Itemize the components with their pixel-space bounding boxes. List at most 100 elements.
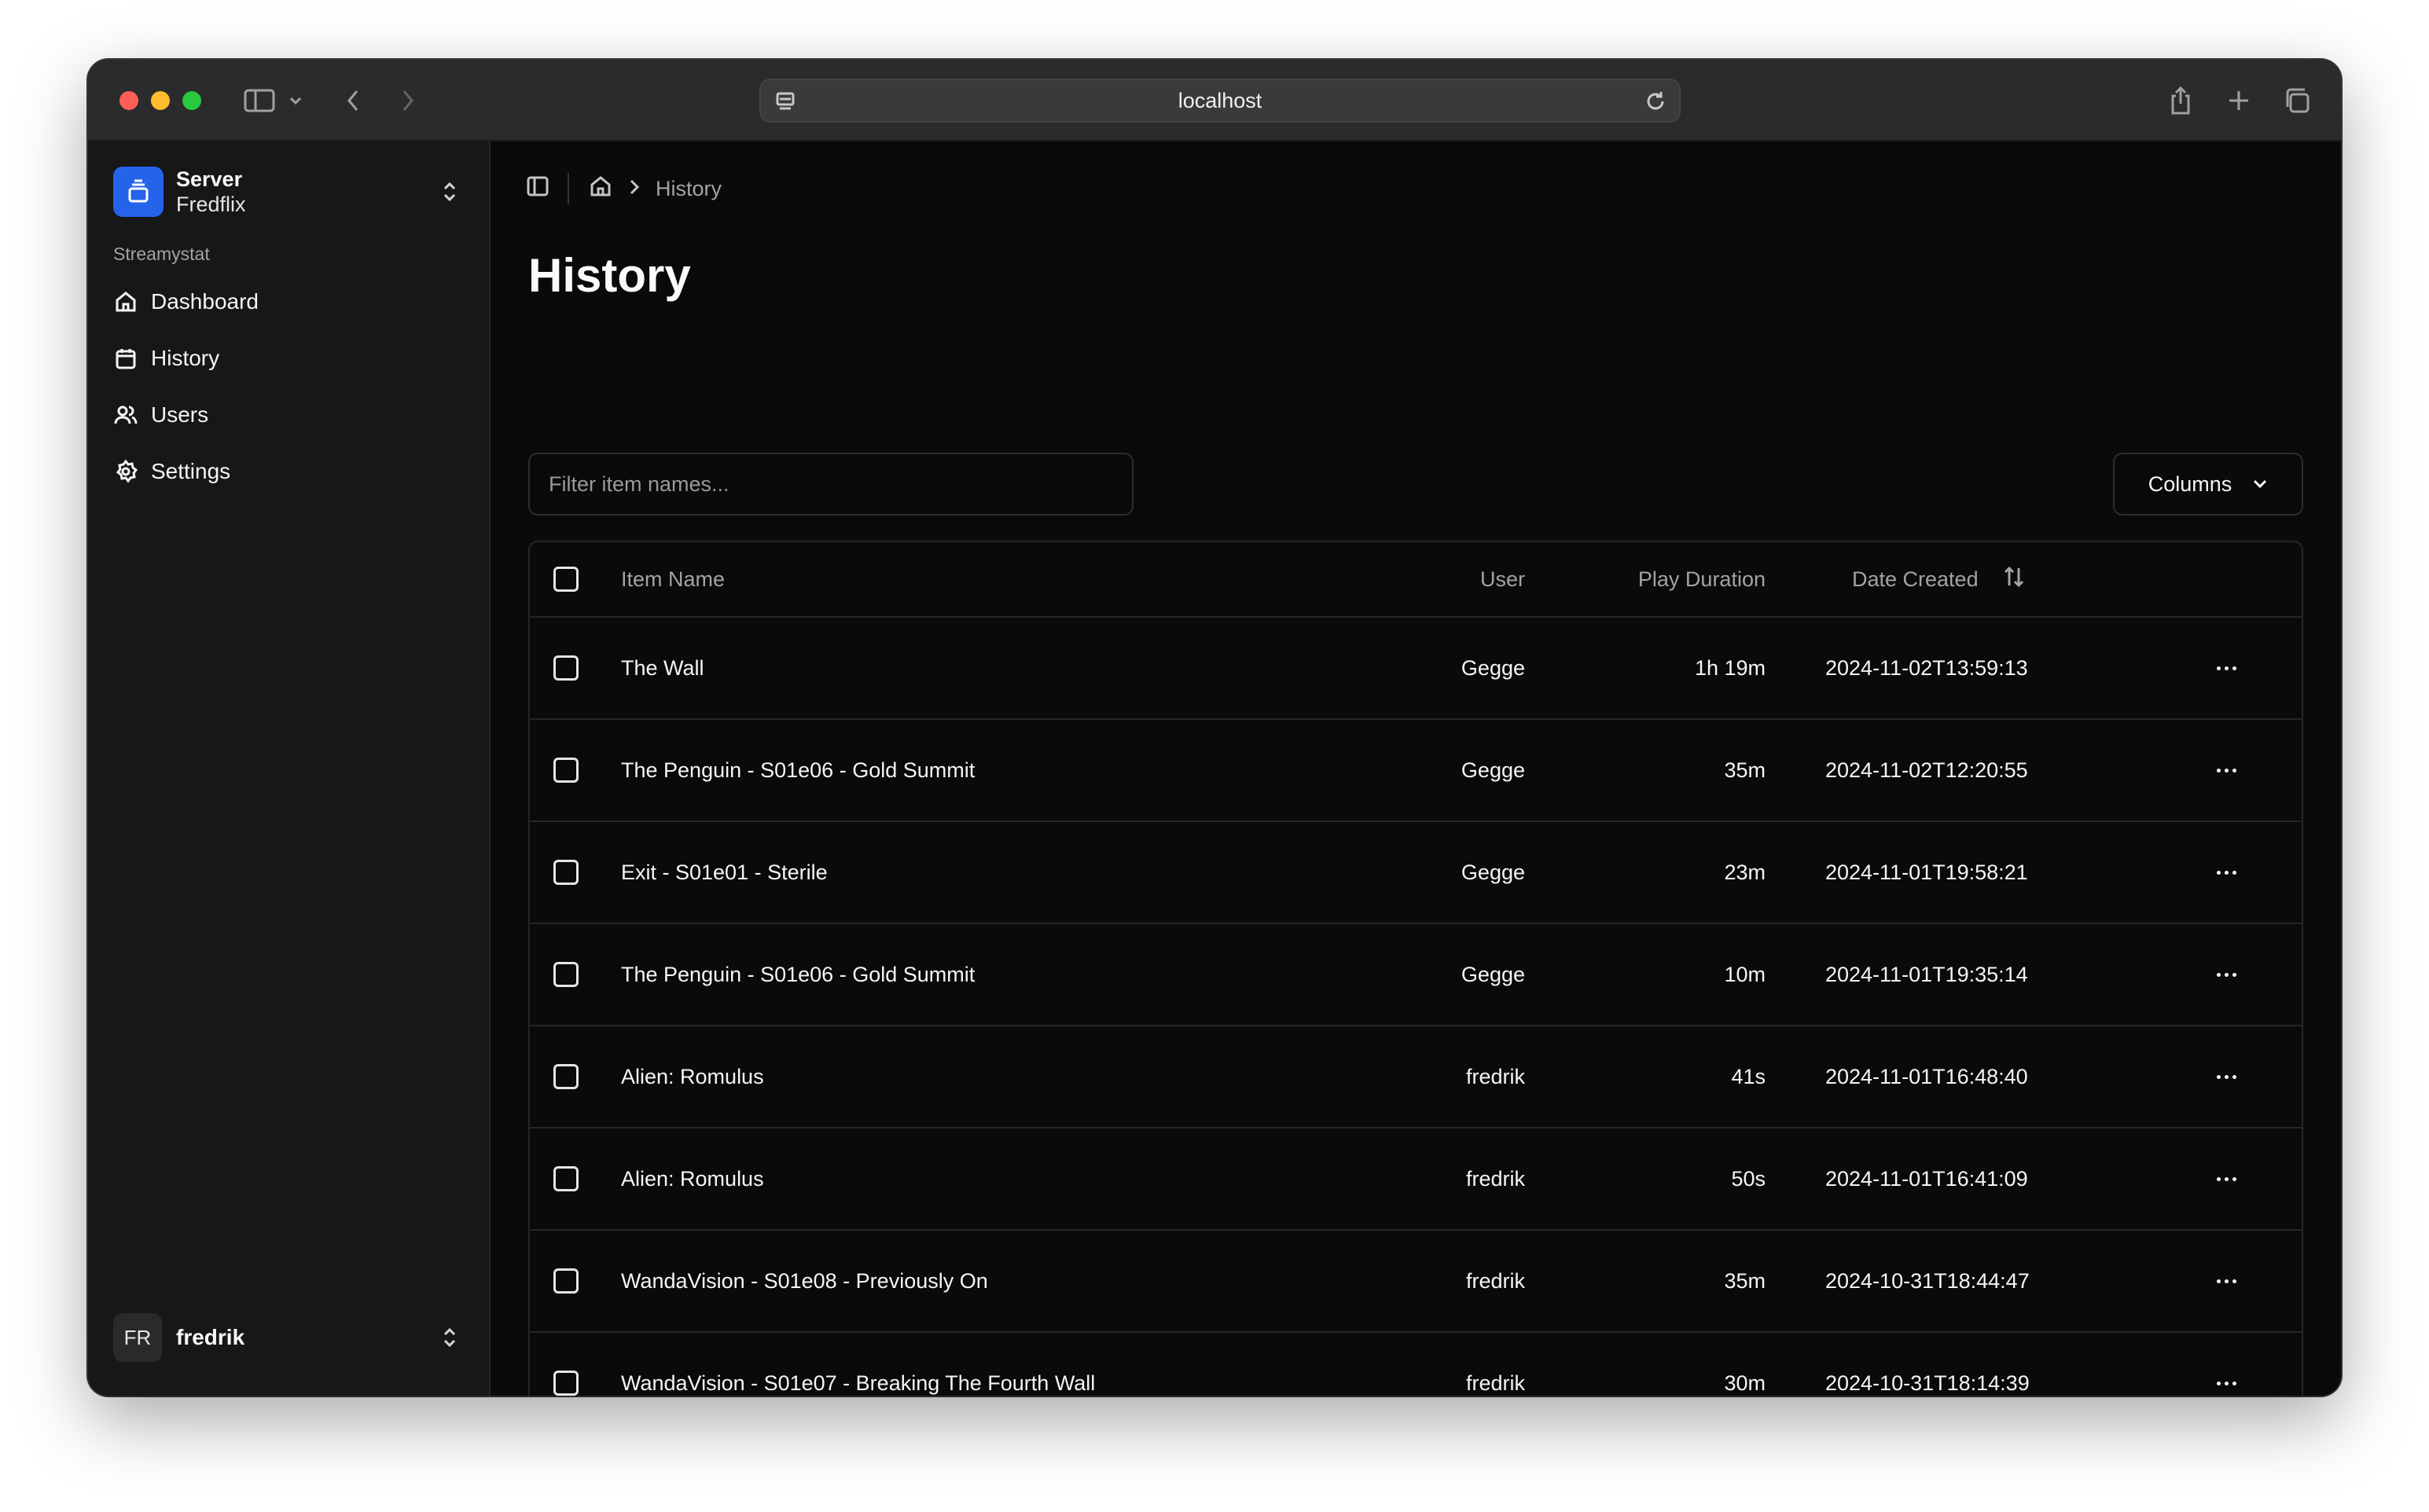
avatar: FR xyxy=(113,1313,162,1362)
sidebar-item-label: History xyxy=(151,346,220,370)
duration-cell: 41s xyxy=(1731,1064,1766,1088)
table-row[interactable]: WandaVision - S01e08 - Previously On fre… xyxy=(530,1231,2302,1333)
header-item-name: Item Name xyxy=(621,567,726,591)
home-icon xyxy=(116,292,136,312)
user-cell: fredrik xyxy=(1465,1166,1525,1191)
minimize-window-button[interactable] xyxy=(151,91,170,110)
address-bar[interactable]: localhost xyxy=(759,79,1681,123)
more-actions-icon[interactable] xyxy=(2217,666,2236,670)
item-name: Alien: Romulus xyxy=(621,1064,764,1088)
table-row[interactable]: The Wall Gegge 1h 19m 2024-11-02T13:59:1… xyxy=(530,618,2302,720)
user-menu[interactable]: FR fredrik xyxy=(113,1311,465,1364)
select-all-checkbox[interactable] xyxy=(553,567,579,592)
sidebar-toggle-icon[interactable] xyxy=(242,83,277,118)
row-checkbox[interactable] xyxy=(553,758,579,783)
gear-icon xyxy=(116,459,138,483)
duration-cell: 50s xyxy=(1731,1166,1766,1191)
duration-cell: 10m xyxy=(1724,962,1766,986)
user-cell: Gegge xyxy=(1461,655,1525,680)
more-actions-icon[interactable] xyxy=(2217,870,2236,875)
columns-button[interactable]: Columns xyxy=(2113,453,2303,516)
users-icon xyxy=(114,406,138,424)
sidebar-item-settings[interactable]: Settings xyxy=(113,446,465,497)
site-settings-icon[interactable] xyxy=(774,90,797,119)
url-text: localhost xyxy=(1178,88,1262,112)
duration-cell: 30m xyxy=(1724,1371,1766,1395)
server-logo-icon xyxy=(113,167,164,217)
chevron-down-icon[interactable] xyxy=(286,83,305,118)
table-row[interactable]: Alien: Romulus fredrik 41s 2024-11-01T16… xyxy=(530,1026,2302,1128)
duration-cell: 35m xyxy=(1724,1268,1766,1293)
browser-titlebar: localhost xyxy=(88,60,2341,141)
close-window-button[interactable] xyxy=(119,91,138,110)
browser-window: localhost Server Fredflix Streamystat Da… xyxy=(88,60,2341,1396)
header-user: User xyxy=(1479,567,1525,591)
forward-icon[interactable] xyxy=(396,83,420,118)
item-name: The Penguin - S01e06 - Gold Summit xyxy=(621,758,976,782)
history-table: Item Name User Play Duration Date Create… xyxy=(528,541,2303,1396)
header-play-duration: Play Duration xyxy=(1637,567,1766,591)
more-actions-icon[interactable] xyxy=(2217,1279,2236,1283)
chevron-down-icon xyxy=(2254,479,2267,489)
calendar-icon xyxy=(116,349,136,369)
date-cell: 2024-11-02T13:59:13 xyxy=(1825,655,2028,680)
more-actions-icon[interactable] xyxy=(2217,972,2236,977)
sort-arrows-icon[interactable] xyxy=(2002,565,2026,594)
duration-cell: 1h 19m xyxy=(1694,655,1766,680)
filter-input[interactable] xyxy=(528,453,1134,516)
table-header-row: Item Name User Play Duration Date Create… xyxy=(530,542,2302,618)
user-cell: fredrik xyxy=(1465,1371,1525,1395)
user-cell: Gegge xyxy=(1461,758,1525,782)
main-content: History History Columns Item Name User P… xyxy=(491,141,2341,1396)
home-icon[interactable] xyxy=(588,174,613,204)
item-name: WandaVision - S01e08 - Previously On xyxy=(621,1268,988,1293)
sidebar-group-label: Streamystat xyxy=(113,244,210,264)
row-checkbox[interactable] xyxy=(553,962,579,987)
row-checkbox[interactable] xyxy=(553,1064,579,1089)
date-cell: 2024-11-01T19:35:14 xyxy=(1825,962,2028,986)
item-name: The Penguin - S01e06 - Gold Summit xyxy=(621,962,976,986)
date-cell: 2024-10-31T18:44:47 xyxy=(1825,1268,2030,1293)
new-tab-icon[interactable] xyxy=(2223,83,2254,118)
reload-icon[interactable] xyxy=(1643,89,1668,119)
server-switcher[interactable]: Server Fredflix xyxy=(113,167,465,217)
sidebar-item-history[interactable]: History xyxy=(113,333,465,384)
row-checkbox[interactable] xyxy=(553,1166,579,1191)
item-name: Alien: Romulus xyxy=(621,1166,764,1191)
user-cell: Gegge xyxy=(1461,962,1525,986)
date-cell: 2024-11-01T16:48:40 xyxy=(1825,1064,2028,1088)
sidebar-item-dashboard[interactable]: Dashboard xyxy=(113,277,465,327)
item-name: Exit - S01e01 - Sterile xyxy=(621,860,828,884)
back-icon[interactable] xyxy=(341,83,365,118)
table-row[interactable]: Exit - S01e01 - Sterile Gegge 23m 2024-1… xyxy=(530,822,2302,924)
tab-overview-icon[interactable] xyxy=(2281,83,2313,118)
more-actions-icon[interactable] xyxy=(2217,768,2236,773)
date-cell: 2024-11-01T19:58:21 xyxy=(1825,860,2028,884)
user-cell: fredrik xyxy=(1465,1268,1525,1293)
panel-toggle-icon[interactable] xyxy=(525,174,550,204)
breadcrumb-current: History xyxy=(656,176,722,200)
row-checkbox[interactable] xyxy=(553,655,579,681)
user-cell: Gegge xyxy=(1461,860,1525,884)
table-row[interactable]: The Penguin - S01e06 - Gold Summit Gegge… xyxy=(530,924,2302,1026)
table-row[interactable]: Alien: Romulus fredrik 50s 2024-11-01T16… xyxy=(530,1128,2302,1231)
server-name: Fredflix xyxy=(176,193,246,216)
sidebar-item-label: Settings xyxy=(151,459,231,483)
table-row[interactable]: WandaVision - S01e07 - Breaking The Four… xyxy=(530,1333,2302,1396)
maximize-window-button[interactable] xyxy=(182,91,201,110)
share-icon[interactable] xyxy=(2165,83,2196,118)
row-checkbox[interactable] xyxy=(553,860,579,885)
table-row[interactable]: The Penguin - S01e06 - Gold Summit Gegge… xyxy=(530,720,2302,822)
more-actions-icon[interactable] xyxy=(2217,1381,2236,1385)
breadcrumb: History xyxy=(525,171,722,206)
more-actions-icon[interactable] xyxy=(2217,1176,2236,1181)
row-checkbox[interactable] xyxy=(553,1268,579,1294)
more-actions-icon[interactable] xyxy=(2217,1074,2236,1079)
sidebar-item-users[interactable]: Users xyxy=(113,390,465,440)
user-name: fredrik xyxy=(176,1325,245,1349)
row-checkbox[interactable] xyxy=(553,1371,579,1396)
page-title: History xyxy=(528,249,691,302)
sidebar-nav: Dashboard History Users Settings xyxy=(113,277,465,503)
server-title: Server xyxy=(176,167,243,191)
header-date-created[interactable]: Date Created xyxy=(1852,542,2026,616)
